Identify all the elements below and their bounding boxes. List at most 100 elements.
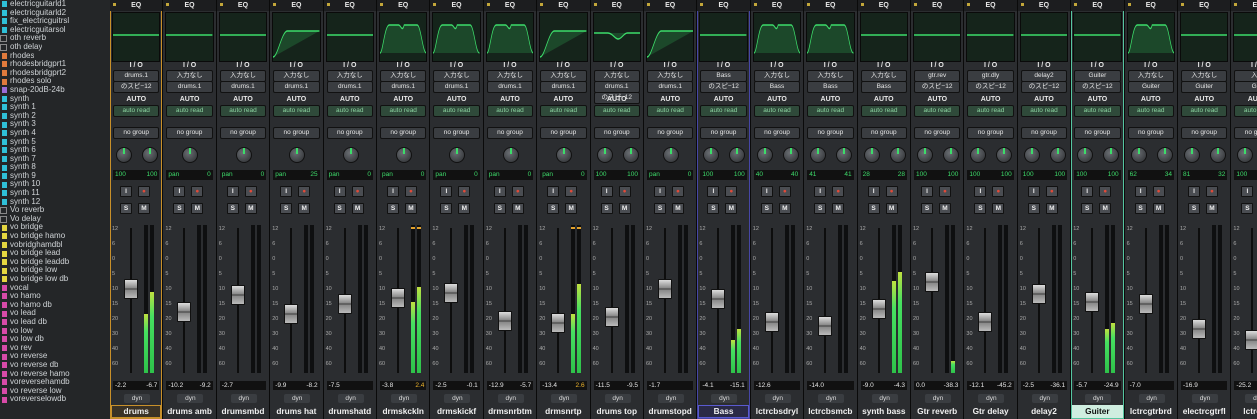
solo-button[interactable]: S — [120, 203, 132, 214]
io-selector[interactable]: のスピ−12 — [1074, 81, 1121, 93]
solo-button[interactable]: S — [1134, 203, 1147, 214]
group-select[interactable]: no group — [1127, 127, 1174, 139]
pan-knob-right[interactable] — [996, 147, 1013, 163]
track-list-row[interactable]: vocal — [0, 284, 110, 293]
automation-mode-select[interactable]: auto read — [219, 105, 267, 117]
dyn-button[interactable]: dyn — [978, 394, 1005, 403]
volume-fader[interactable] — [604, 306, 619, 327]
io-selector[interactable]: Guit — [1234, 81, 1257, 93]
dyn-button[interactable]: dyn — [1245, 394, 1257, 403]
volume-fader[interactable] — [1085, 291, 1100, 312]
automation-mode-select[interactable]: auto read — [593, 105, 640, 117]
group-select[interactable]: no group — [914, 127, 961, 139]
pan-knob-left[interactable] — [917, 147, 933, 163]
input-monitor-button[interactable]: I — [440, 186, 453, 197]
track-list-row[interactable]: electricguitarld2 — [0, 9, 110, 18]
eq-thumbnail[interactable] — [539, 12, 588, 62]
solo-button[interactable]: S — [600, 203, 613, 214]
io-selector[interactable]: drums.1 — [380, 81, 427, 93]
track-list-row[interactable]: synth 5 — [0, 138, 110, 147]
input-monitor-button[interactable]: I — [547, 186, 560, 197]
solo-button[interactable]: S — [1081, 203, 1094, 214]
mute-button[interactable]: M — [992, 203, 1005, 214]
mute-button[interactable]: M — [672, 203, 684, 214]
io-selector[interactable]: のスピ−12 — [700, 81, 747, 93]
eq-header[interactable]: EQ — [911, 0, 964, 11]
solo-button[interactable]: S — [173, 203, 186, 214]
io-selector[interactable]: Bass — [860, 81, 907, 93]
pan-knob-right[interactable] — [1156, 147, 1173, 163]
record-arm-button[interactable]: ● — [351, 186, 364, 197]
automation-mode-select[interactable]: auto read — [380, 105, 427, 117]
track-list-row[interactable]: fix_electricguitrsl — [0, 17, 110, 26]
track-list-row[interactable]: synth 12 — [0, 198, 110, 207]
eq-header[interactable]: EQ — [857, 0, 910, 11]
mute-button[interactable]: M — [244, 203, 257, 214]
automation-mode-select[interactable]: auto read — [967, 105, 1014, 117]
record-arm-button[interactable]: ● — [405, 186, 417, 197]
solo-button[interactable]: S — [226, 203, 239, 214]
group-select[interactable]: no group — [273, 127, 320, 139]
dyn-button[interactable]: dyn — [818, 394, 845, 403]
dyn-button[interactable]: dyn — [1138, 394, 1165, 403]
volume-fader[interactable] — [818, 315, 833, 336]
record-arm-button[interactable]: ● — [1152, 186, 1165, 197]
input-monitor-button[interactable]: I — [814, 186, 827, 197]
solo-button[interactable]: S — [814, 203, 827, 214]
input-monitor-button[interactable]: I — [387, 186, 399, 197]
eq-thumbnail[interactable] — [1019, 12, 1069, 62]
volume-fader[interactable] — [658, 278, 672, 299]
group-select[interactable]: no group — [1181, 127, 1228, 139]
solo-button[interactable]: S — [1188, 203, 1200, 214]
eq-thumbnail[interactable] — [485, 12, 535, 62]
pan-knob-right[interactable] — [1103, 147, 1120, 163]
pan-knob-left[interactable] — [1130, 147, 1147, 163]
eq-header[interactable]: EQ — [590, 0, 643, 11]
track-list-row[interactable]: synth 4 — [0, 129, 110, 138]
input-monitor-button[interactable]: I — [921, 186, 933, 197]
solo-button[interactable]: S — [440, 203, 453, 214]
record-arm-button[interactable]: ● — [244, 186, 257, 197]
pan-knob-left[interactable] — [863, 147, 880, 163]
input-monitor-button[interactable]: I — [974, 186, 987, 197]
track-name-label[interactable]: drumsmbd — [218, 405, 268, 418]
input-monitor-button[interactable]: I — [867, 186, 880, 197]
pan-knob-right[interactable] — [889, 147, 906, 163]
track-list-row[interactable]: synth 3 — [0, 120, 110, 129]
track-list-row[interactable]: Vo delay — [0, 215, 110, 224]
mute-button[interactable]: M — [351, 203, 364, 214]
eq-thumbnail[interactable] — [325, 12, 374, 62]
volume-fader[interactable] — [1192, 319, 1206, 340]
track-name-label[interactable]: drmsnrbtm — [485, 405, 535, 418]
pan-knob[interactable] — [663, 147, 679, 163]
pan-knob-left[interactable] — [1023, 147, 1040, 163]
track-name-label[interactable]: drums amb — [164, 405, 214, 418]
volume-fader[interactable] — [124, 278, 138, 299]
record-arm-button[interactable]: ● — [458, 186, 471, 197]
eq-header[interactable]: EQ — [804, 0, 857, 11]
solo-button[interactable]: S — [867, 203, 880, 214]
track-list-row[interactable]: snap-20dB-24b — [0, 86, 110, 95]
input-monitor-button[interactable]: I — [760, 186, 773, 197]
io-selector[interactable]: のスピ−12 — [113, 81, 160, 93]
input-monitor-button[interactable]: I — [226, 186, 239, 197]
automation-mode-select[interactable]: auto read — [700, 105, 747, 117]
eq-thumbnail[interactable] — [218, 12, 268, 62]
record-arm-button[interactable]: ● — [618, 186, 631, 197]
automation-mode-select[interactable]: auto read — [860, 105, 907, 117]
pan-knob-left[interactable] — [970, 147, 987, 163]
input-monitor-button[interactable]: I — [600, 186, 613, 197]
input-monitor-button[interactable]: I — [280, 186, 293, 197]
io-selector[interactable]: drums.1 — [486, 81, 534, 93]
track-list-row[interactable]: electricguitarld1 — [0, 0, 110, 9]
automation-mode-select[interactable]: auto read — [753, 105, 801, 117]
volume-fader[interactable] — [1245, 329, 1257, 350]
track-name-label[interactable]: drums hat — [271, 405, 321, 418]
volume-fader[interactable] — [764, 311, 779, 332]
eq-header[interactable]: EQ — [483, 0, 537, 11]
dyn-button[interactable]: dyn — [337, 394, 364, 403]
input-monitor-button[interactable]: I — [1081, 186, 1094, 197]
io-selector[interactable]: drums.1 — [166, 81, 213, 93]
solo-button[interactable]: S — [921, 203, 933, 214]
io-selector[interactable]: drums.1 — [273, 81, 320, 93]
